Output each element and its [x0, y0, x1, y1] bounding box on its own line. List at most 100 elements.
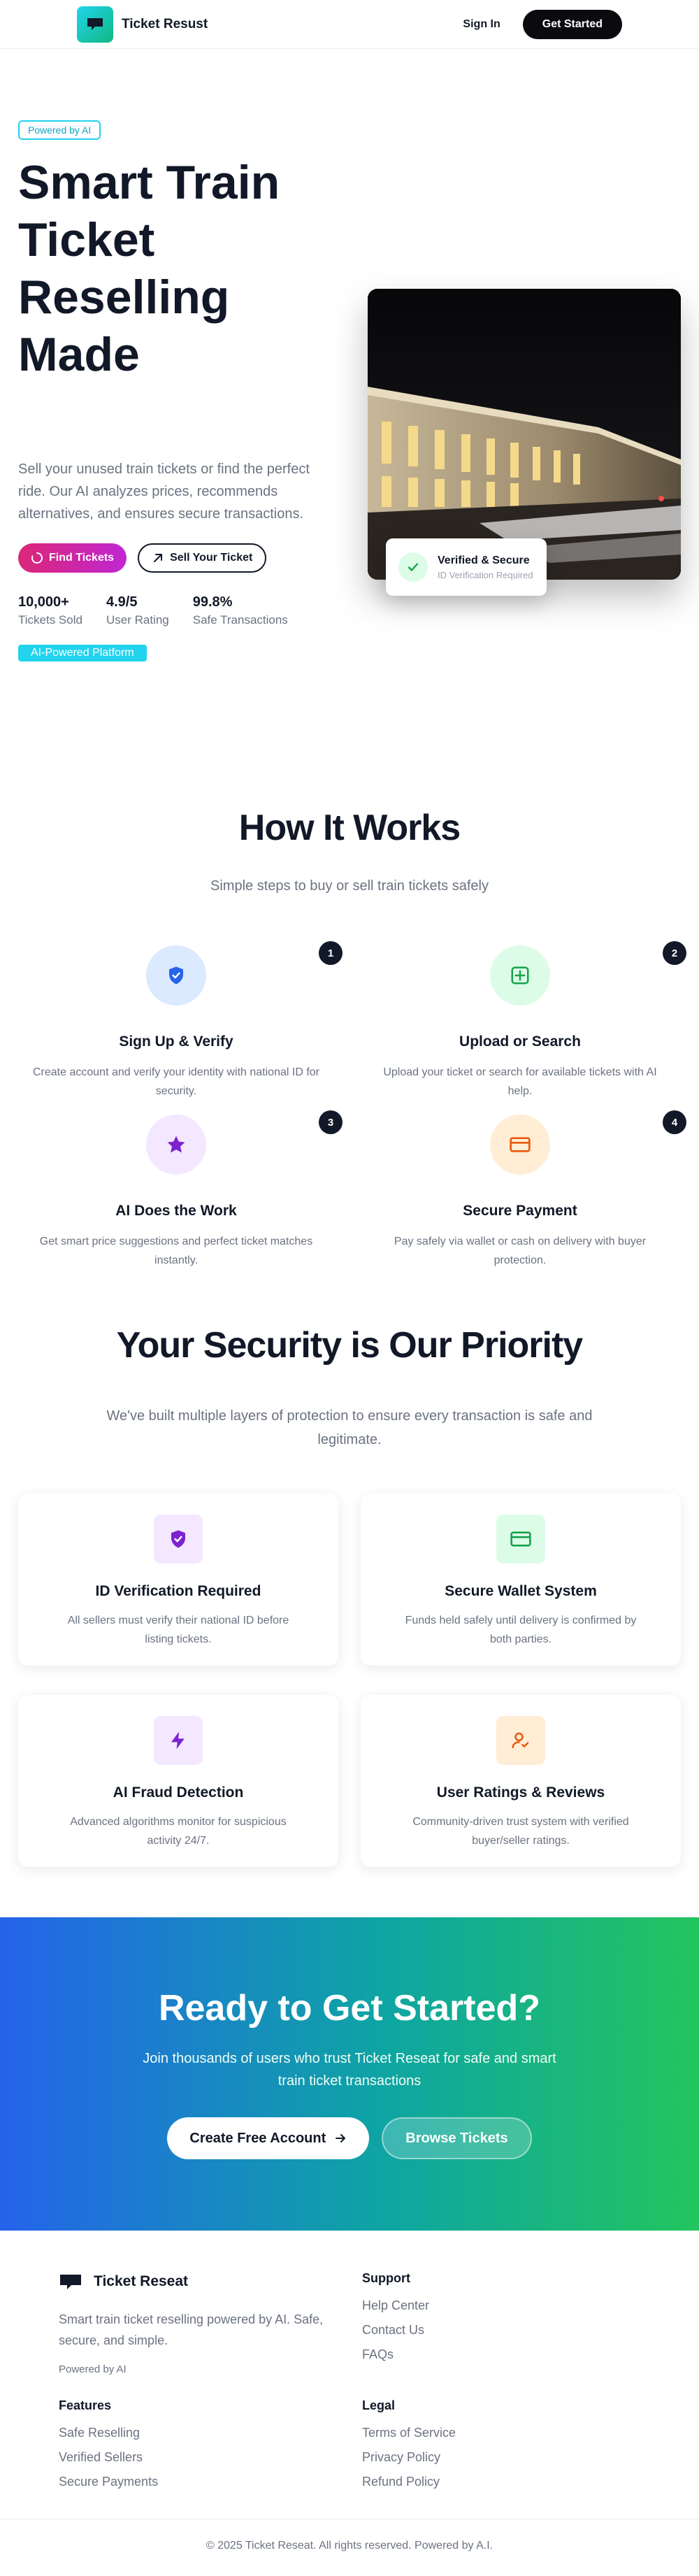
footer-link-safe-reselling[interactable]: Safe Reselling: [59, 2426, 158, 2440]
hero-buttons: Find Tickets Sell Your Ticket: [18, 543, 267, 573]
top-nav: Ticket Resust Sign In Get Started: [0, 0, 699, 49]
verified-subtitle: ID Verification Required: [438, 569, 533, 580]
browse-tickets-button[interactable]: Browse Tickets: [382, 2117, 532, 2159]
footer-brand[interactable]: Ticket Reseat: [59, 2273, 188, 2291]
nav-actions: Sign In Get Started: [463, 9, 622, 39]
create-account-button[interactable]: Create Free Account: [167, 2117, 370, 2159]
find-tickets-button[interactable]: Find Tickets: [18, 543, 127, 573]
copyright: © 2025 Ticket Reseat. All rights reserve…: [206, 2540, 493, 2552]
verified-title: Verified & Secure: [438, 554, 530, 566]
card-title: Secure Wallet System: [445, 1583, 597, 1599]
lightning-icon: [154, 1716, 203, 1765]
step-number: 2: [663, 941, 686, 965]
shield-check-icon: [154, 1515, 203, 1564]
brand[interactable]: Ticket Resust: [77, 6, 208, 43]
check-circle-icon: [398, 552, 428, 582]
card-title: User Ratings & Reviews: [436, 1784, 605, 1801]
cta-section: Ready to Get Started? Join thousands of …: [0, 1917, 699, 2231]
hero-stats: 10,000+ Tickets Sold 4.9/5 User Rating 9…: [18, 594, 288, 627]
how-it-works-title: How It Works: [238, 808, 461, 848]
footer-link-terms[interactable]: Terms of Service: [362, 2426, 456, 2440]
step-description: Upload your ticket or search for availab…: [383, 1066, 657, 1097]
footer-features-column: Features Safe Reselling Verified Sellers…: [59, 2398, 158, 2499]
step-title: Secure Payment: [463, 1203, 577, 1219]
find-tickets-label: Find Tickets: [49, 552, 115, 564]
sign-in-link[interactable]: Sign In: [463, 18, 500, 31]
step-title: Sign Up & Verify: [119, 1033, 233, 1050]
stat-label: Safe Transactions: [192, 613, 288, 627]
step-card: 1 Sign Up & Verify Create account and ve…: [15, 941, 343, 1101]
card-description: Community-driven trust system with verif…: [412, 1816, 629, 1847]
card-description: Advanced algorithms monitor for suspicio…: [70, 1816, 287, 1847]
footer-link-refund[interactable]: Refund Policy: [362, 2475, 456, 2489]
stat-user-rating: 4.9/5 User Rating: [106, 594, 169, 627]
footer-link-faqs[interactable]: FAQs: [362, 2347, 429, 2362]
footer-link-contact-us[interactable]: Contact Us: [362, 2323, 429, 2338]
ticket-logo-icon: [60, 2275, 81, 2289]
get-started-button[interactable]: Get Started: [522, 9, 622, 39]
powered-by-ai-badge: Powered by AI: [18, 120, 101, 140]
sell-ticket-label: Sell Your Ticket: [170, 552, 253, 564]
card-title: AI Fraud Detection: [113, 1784, 244, 1801]
stat-label: Tickets Sold: [18, 613, 82, 627]
step-title: AI Does the Work: [115, 1203, 237, 1219]
card-title: ID Verification Required: [95, 1583, 261, 1599]
footer-link-help-center[interactable]: Help Center: [362, 2298, 429, 2313]
footer-description: Smart train ticket reselling powered by …: [59, 2312, 324, 2347]
step-card: 4 Secure Payment Pay safely via wallet o…: [359, 1110, 686, 1270]
arrow-up-right-icon: [154, 554, 163, 562]
footer-link-secure-payments[interactable]: Secure Payments: [59, 2475, 158, 2489]
footer-brand-name: Ticket Reseat: [94, 2273, 189, 2289]
ai-platform-badge: AI-Powered Platform: [18, 645, 147, 661]
footer-powered: Powered by AI: [59, 2363, 127, 2375]
footer-link-verified-sellers[interactable]: Verified Sellers: [59, 2450, 158, 2465]
train-station-image: [368, 289, 681, 580]
shield-check-icon: [146, 945, 206, 1006]
footer: Ticket Reseat Smart train ticket reselli…: [0, 2231, 699, 2569]
hero-title: Smart Train Ticket Reselling Made: [18, 156, 280, 381]
refresh-icon: [31, 552, 43, 564]
verified-secure-card: Verified & Secure ID Verification Requir…: [386, 538, 547, 596]
credit-card-icon: [490, 1115, 550, 1175]
stat-safe-transactions: 99.8% Safe Transactions: [193, 594, 288, 627]
step-title: Upload or Search: [459, 1033, 581, 1050]
security-card: AI Fraud Detection Advanced algorithms m…: [18, 1695, 338, 1867]
footer-link-privacy[interactable]: Privacy Policy: [362, 2450, 456, 2465]
stat-value: 99.8%: [192, 594, 233, 610]
arrow-right-icon: [336, 2134, 346, 2142]
footer-column-title: Support: [362, 2271, 410, 2285]
how-it-works-section: How It Works Simple steps to buy or sell…: [0, 729, 699, 1275]
brand-name: Ticket Resust: [122, 16, 208, 31]
security-section: Your Security is Our Priority We've buil…: [0, 1275, 699, 1917]
footer-legal-column: Legal Terms of Service Privacy Policy Re…: [362, 2398, 456, 2499]
hero-description: Sell your unused train tickets or find t…: [18, 461, 310, 522]
sell-ticket-button[interactable]: Sell Your Ticket: [138, 543, 267, 573]
stat-value: 10,000+: [18, 594, 69, 610]
security-card: User Ratings & Reviews Community-driven …: [361, 1695, 681, 1867]
create-account-label: Create Free Account: [189, 2130, 326, 2146]
security-card: Secure Wallet System Funds held safely u…: [361, 1494, 681, 1666]
step-description: Create account and verify your identity …: [33, 1066, 319, 1097]
stat-value: 4.9/5: [106, 594, 138, 610]
security-card: ID Verification Required All sellers mus…: [18, 1494, 338, 1666]
step-number: 4: [663, 1110, 686, 1134]
footer-column-title: Legal: [362, 2398, 396, 2412]
footer-column-title: Features: [59, 2398, 112, 2412]
stat-tickets-sold: 10,000+ Tickets Sold: [18, 594, 82, 627]
security-title: Your Security is Our Priority: [116, 1325, 583, 1366]
step-description: Get smart price suggestions and perfect …: [39, 1236, 313, 1266]
card-description: All sellers must verify their national I…: [67, 1615, 289, 1645]
cta-buttons: Create Free Account Browse Tickets: [0, 2117, 699, 2159]
step-card: 3 AI Does the Work Get smart price sugge…: [15, 1110, 343, 1270]
step-description: Pay safely via wallet or cash on deliver…: [394, 1236, 647, 1266]
step-number: 1: [319, 941, 343, 965]
ticket-logo-icon: [77, 6, 113, 43]
security-subtitle: We've built multiple layers of protectio…: [106, 1408, 593, 1447]
wallet-icon: [496, 1515, 545, 1564]
card-description: Funds held safely until delivery is conf…: [405, 1615, 637, 1645]
hero-section: Powered by AI Smart Train Ticket Reselli…: [0, 49, 699, 729]
how-it-works-subtitle: Simple steps to buy or sell train ticket…: [210, 878, 489, 894]
step-card: 2 Upload or Search Upload your ticket or…: [359, 941, 686, 1101]
step-number: 3: [319, 1110, 343, 1134]
stat-label: User Rating: [106, 613, 169, 627]
